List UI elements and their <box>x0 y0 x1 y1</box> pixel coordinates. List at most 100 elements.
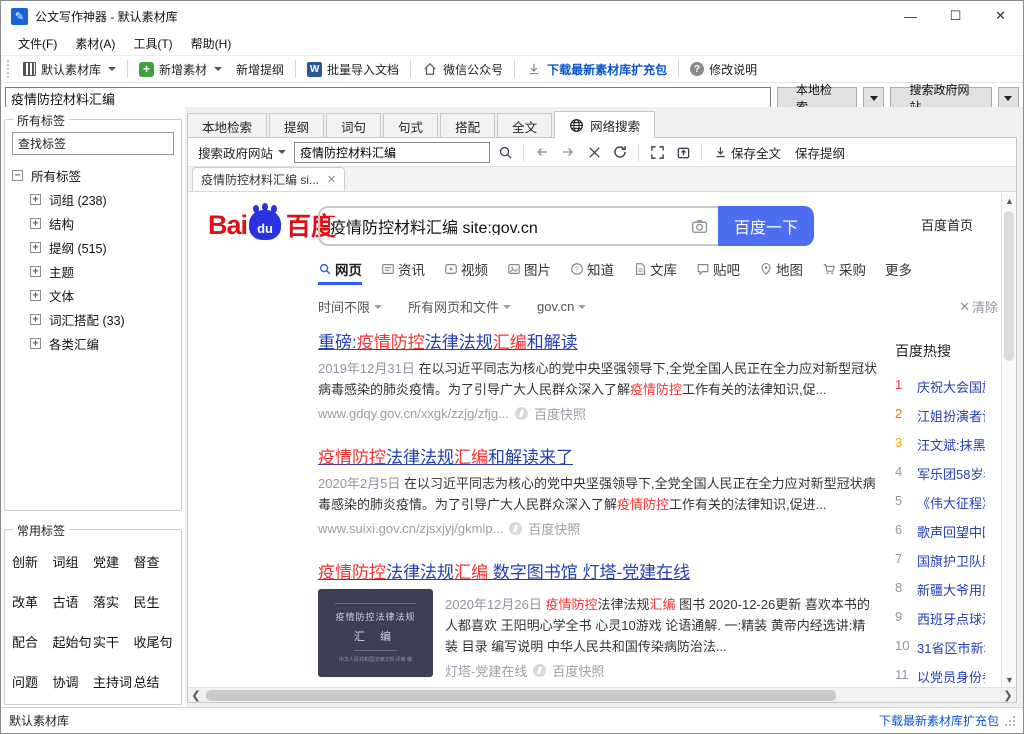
expand-icon[interactable]: + <box>30 314 41 325</box>
filter-0[interactable]: 时间不限 <box>318 297 382 316</box>
baidu-nav-资讯[interactable]: 资讯 <box>381 259 425 285</box>
common-tag[interactable]: 党建 <box>93 552 134 571</box>
batch-import-button[interactable]: W 批量导入文档 <box>300 58 406 81</box>
tree-node-7[interactable]: +各类汇编 <box>12 331 174 355</box>
common-tag[interactable]: 词组 <box>53 552 94 571</box>
result-title-link[interactable]: 疫情防控法律法规汇编 数字图书馆 灯塔-党建在线 <box>318 562 878 583</box>
hot-search-item[interactable]: 1庆祝大会国旗护 <box>895 377 985 406</box>
baidu-nav-视频[interactable]: 视频 <box>444 259 488 285</box>
resize-grip[interactable] <box>1005 716 1015 726</box>
hot-search-item[interactable]: 4军乐团58岁老兵 <box>895 464 985 493</box>
scroll-right-icon[interactable]: ❯ <box>1000 689 1016 702</box>
hot-search-item[interactable]: 7国旗护卫队脸上 <box>895 551 985 580</box>
result-thumbnail[interactable]: 疫情防控法律法规汇 编中华人民共和国法律法规·评审 编 <box>318 589 433 677</box>
open-external-icon[interactable] <box>672 141 694 163</box>
camera-icon[interactable] <box>691 218 708 235</box>
library-dropdown-button[interactable]: 默认素材库 <box>16 58 123 81</box>
tree-node-2[interactable]: +结构 <box>12 211 174 235</box>
refresh-icon[interactable] <box>609 141 631 163</box>
baidu-nav-更多[interactable]: 更多 <box>885 259 912 285</box>
baidu-nav-地图[interactable]: 地图 <box>759 259 803 285</box>
menu-item-3[interactable]: 帮助(H) <box>182 32 241 55</box>
add-outline-button[interactable]: 新增提纲 <box>229 58 291 81</box>
snapshot-link[interactable]: 百度快照 <box>552 661 604 680</box>
baidu-logo[interactable]: Bai du 百度 <box>208 207 336 243</box>
status-download-link[interactable]: 下载最新素材库扩充包 <box>879 712 999 729</box>
hot-search-item[interactable]: 8新疆大爷用魔方 <box>895 580 985 609</box>
search-icon[interactable] <box>494 141 516 163</box>
menu-item-0[interactable]: 文件(F) <box>9 32 66 55</box>
expand-icon[interactable]: + <box>30 242 41 253</box>
tree-node-0[interactable]: −所有标签 <box>12 163 174 187</box>
forward-icon[interactable] <box>557 141 579 163</box>
hscroll-thumb[interactable] <box>206 690 836 701</box>
hot-search-item[interactable]: 1031省区市新增确 <box>895 638 985 667</box>
common-tag[interactable]: 主持词 <box>93 672 134 691</box>
save-fulltext-button[interactable]: 保存全文 <box>709 143 786 162</box>
result-title-link[interactable]: 疫情防控法律法规汇编和解读来了 <box>318 447 878 468</box>
baidu-nav-知道[interactable]: ?知道 <box>570 259 614 285</box>
horizontal-scrollbar[interactable]: ❮ ❯ <box>188 687 1016 702</box>
snapshot-link[interactable]: 百度快照 <box>528 519 580 538</box>
tree-node-1[interactable]: +词组 (238) <box>12 187 174 211</box>
baidu-nav-采购[interactable]: 采购 <box>822 259 866 285</box>
common-tag[interactable]: 古语 <box>53 592 94 611</box>
tab-句式[interactable]: 句式 <box>383 113 438 138</box>
common-tag[interactable]: 起始句 <box>53 632 94 651</box>
baidu-nav-贴吧[interactable]: 贴吧 <box>696 259 740 285</box>
changelog-button[interactable]: ? 修改说明 <box>683 58 764 81</box>
hot-search-item[interactable]: 3汪文斌:抹黑让 <box>895 435 985 464</box>
fullscreen-icon[interactable] <box>646 141 668 163</box>
browser-page-tab[interactable]: 疫情防控材料汇编 si... ✕ <box>192 167 345 191</box>
browser-query-input[interactable] <box>294 142 490 163</box>
scroll-left-icon[interactable]: ❮ <box>188 689 204 702</box>
baidu-nav-网页[interactable]: 网页 <box>318 259 362 285</box>
collapse-icon[interactable]: − <box>12 170 23 181</box>
maximize-button[interactable]: ☐ <box>933 1 978 31</box>
tab-网络搜索[interactable]: 网络搜索 <box>554 111 655 138</box>
tree-node-4[interactable]: +主题 <box>12 259 174 283</box>
result-title-link[interactable]: 重磅:疫情防控法律法规汇编和解读 <box>318 332 878 353</box>
clear-filters-button[interactable]: ✕清除 <box>959 297 998 316</box>
expand-icon[interactable]: + <box>30 218 41 229</box>
back-icon[interactable] <box>531 141 553 163</box>
close-button[interactable]: ✕ <box>978 1 1023 31</box>
tab-全文[interactable]: 全文 <box>497 113 552 138</box>
common-tag[interactable]: 改革 <box>12 592 53 611</box>
snapshot-link[interactable]: 百度快照 <box>534 404 586 423</box>
engine-dropdown-button[interactable]: 搜索政府网站 <box>194 141 290 164</box>
common-tag[interactable]: 配合 <box>12 632 53 651</box>
tab-本地检索[interactable]: 本地检索 <box>187 113 267 138</box>
common-tag[interactable]: 收尾句 <box>134 632 175 651</box>
hot-search-item[interactable]: 9西班牙点球淘汰 <box>895 609 985 638</box>
tab-词句[interactable]: 词句 <box>326 113 381 138</box>
tab-提纲[interactable]: 提纲 <box>269 113 324 138</box>
vertical-scrollbar[interactable]: ▲ ▼ <box>1001 193 1016 687</box>
expand-icon[interactable]: + <box>30 338 41 349</box>
expand-icon[interactable]: + <box>30 266 41 277</box>
common-tag[interactable]: 实干 <box>93 632 134 651</box>
expand-icon[interactable]: + <box>30 194 41 205</box>
baidu-nav-图片[interactable]: 图片 <box>507 259 551 285</box>
common-tag[interactable]: 落实 <box>93 592 134 611</box>
tree-node-3[interactable]: +提纲 (515) <box>12 235 174 259</box>
expand-icon[interactable]: + <box>30 290 41 301</box>
baidu-search-input[interactable] <box>330 217 691 235</box>
add-material-button[interactable]: + 新增素材 <box>132 58 229 81</box>
hot-search-item[interactable]: 2江姐扮演者谈张 <box>895 406 985 435</box>
common-tag[interactable]: 协调 <box>53 672 94 691</box>
save-outline-button[interactable]: 保存提纲 <box>790 143 850 162</box>
tree-node-6[interactable]: +词汇搭配 (33) <box>12 307 174 331</box>
baidu-home-link[interactable]: 百度首页 <box>921 215 973 234</box>
common-tag[interactable]: 督查 <box>134 552 175 571</box>
tab-搭配[interactable]: 搭配 <box>440 113 495 138</box>
find-tag-input[interactable] <box>12 132 174 155</box>
common-tag[interactable]: 问题 <box>12 672 53 691</box>
scroll-up-icon[interactable]: ▲ <box>1002 193 1017 208</box>
hot-search-item[interactable]: 5《伟大征程》这 <box>895 493 985 522</box>
close-tab-icon[interactable]: ✕ <box>327 173 336 186</box>
filter-2[interactable]: gov.cn <box>537 297 586 316</box>
common-tag[interactable]: 民生 <box>134 592 175 611</box>
minimize-button[interactable]: — <box>888 1 933 31</box>
menu-item-2[interactable]: 工具(T) <box>124 32 181 55</box>
